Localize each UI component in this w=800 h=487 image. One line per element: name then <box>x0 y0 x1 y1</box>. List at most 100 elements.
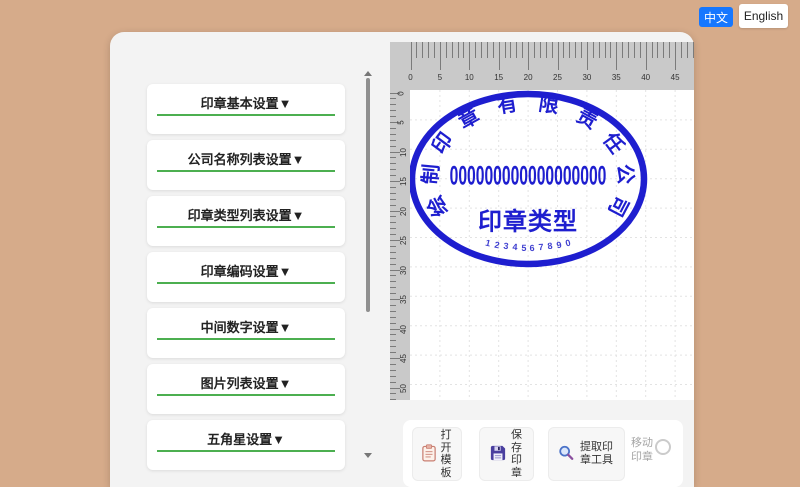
ruler-tick <box>486 42 488 58</box>
stamp-company-char: 有 <box>495 92 519 118</box>
open-template-icon <box>421 443 436 465</box>
ruler-tick <box>616 42 618 70</box>
accordion-underline <box>157 170 335 172</box>
accordion-underline <box>157 394 335 396</box>
ruler-tick <box>416 42 418 58</box>
stamp-bottom-digit: 6 <box>529 242 536 254</box>
ruler-tick <box>622 42 624 58</box>
stamp-canvas[interactable]: 绘制印章有限责任公司 000000000000000000 印章类型 1 2 3 4 5 6 7 8… <box>410 90 694 400</box>
ruler-tick <box>390 98 396 100</box>
ruler-tick <box>557 42 559 70</box>
accordion-image-list-settings[interactable]: 图片列表设置▼ <box>147 364 345 414</box>
ruler-label: 10 <box>464 73 474 82</box>
accordion-underline <box>157 450 335 452</box>
magnifier-icon <box>558 445 574 464</box>
ruler-tick <box>390 234 396 236</box>
ruler-label: 40 <box>398 324 408 334</box>
ruler-tick <box>581 42 583 58</box>
ruler-label: 35 <box>611 73 621 82</box>
open-template-button[interactable]: 打开模板 <box>412 427 462 481</box>
ruler-tick <box>390 310 396 312</box>
ruler-tick <box>390 399 396 400</box>
accordion-label: 中间数字设置▼ <box>200 320 292 335</box>
ruler-tick <box>680 42 682 58</box>
ruler-tick <box>675 42 677 70</box>
save-stamp-button[interactable]: 保存印章 <box>479 427 534 481</box>
language-chinese-button[interactable]: 中文 <box>699 7 733 27</box>
scrollbar-up-arrow-icon[interactable] <box>364 71 372 76</box>
ruler-tick <box>390 257 396 259</box>
ruler-label: 50 <box>398 383 408 393</box>
ruler-tick <box>390 145 396 147</box>
ruler-tick <box>610 42 612 58</box>
ruler-label: 10 <box>398 147 408 157</box>
stamp-bottom-digit: 4 <box>511 242 518 253</box>
ruler-tick <box>390 175 396 177</box>
ruler-label: 45 <box>398 354 408 363</box>
accordion-label: 五角星设置▼ <box>207 432 285 447</box>
ruler-tick <box>422 42 424 58</box>
accordion-label: 图片列表设置▼ <box>200 376 292 391</box>
accordion-stamp-basic-settings[interactable]: 印章基本设置▼ <box>147 84 345 134</box>
ruler-tick <box>390 228 396 230</box>
ruler-tick <box>390 316 396 318</box>
ruler-tick <box>575 42 577 58</box>
extract-stamp-tool-button[interactable]: 提取印章工具 <box>548 427 625 481</box>
ruler-label: 0 <box>396 90 406 96</box>
accordion-stamp-type-list-settings[interactable]: 印章类型列表设置▼ <box>147 196 345 246</box>
scrollbar-down-arrow-icon[interactable] <box>364 453 372 458</box>
ruler-tick <box>390 287 396 289</box>
ruler-tick <box>645 42 647 70</box>
ruler-tick <box>657 42 659 58</box>
stamp-company-char: 公 <box>612 163 637 186</box>
save-stamp-label: 保存印章 <box>511 429 522 479</box>
ruler-tick <box>434 42 436 58</box>
ruler-tick <box>516 42 518 58</box>
ruler-tick <box>545 42 547 58</box>
ruler-tick <box>390 334 396 336</box>
ruler-tick <box>390 369 396 371</box>
ruler-tick <box>539 42 541 58</box>
stamp-company-char: 制 <box>419 163 444 186</box>
ruler-tick <box>639 42 641 58</box>
move-stamp-label: 移动印章 <box>631 437 653 463</box>
ruler-tick <box>451 42 453 58</box>
accordion-underline <box>157 114 335 116</box>
ruler-label: 0 <box>408 73 413 82</box>
ruler-tick <box>481 42 483 58</box>
move-stamp-toggle[interactable] <box>655 439 671 455</box>
scrollbar-thumb[interactable] <box>366 78 370 312</box>
ruler-tick <box>390 222 396 224</box>
accordion-stamp-code-settings[interactable]: 印章编码设置▼ <box>147 252 345 302</box>
ruler-tick <box>428 42 430 58</box>
ruler-tick <box>669 42 671 58</box>
ruler-label: 35 <box>398 295 408 304</box>
ruler-tick <box>390 204 396 206</box>
accordion-label: 公司名称列表设置▼ <box>187 152 305 167</box>
accordion-underline <box>157 226 335 228</box>
ruler-label: 20 <box>523 73 533 82</box>
horizontal-ruler: 0 5 10 15 20 25 30 35 40 45 <box>390 42 694 90</box>
ruler-label: 45 <box>670 73 680 82</box>
accordion-company-name-list-settings[interactable]: 公司名称列表设置▼ <box>147 140 345 190</box>
ruler-label: 40 <box>641 73 651 82</box>
ruler-tick <box>390 104 396 106</box>
ruler-tick <box>390 110 396 112</box>
accordion-underline <box>157 338 335 340</box>
ruler-tick <box>445 42 447 58</box>
accordion-middle-number-settings[interactable]: 中间数字设置▼ <box>147 308 345 358</box>
app-root: 中文 English 印章基本设置▼ 公司名称列表设置▼ 印章类型列表设置▼ 印章编码… <box>0 0 800 487</box>
ruler-label: 25 <box>553 73 562 82</box>
ruler-tick <box>390 127 396 129</box>
ruler-label: 30 <box>582 73 592 82</box>
ruler-tick <box>528 42 530 70</box>
ruler-tick <box>628 42 630 58</box>
language-english-button[interactable]: English <box>739 4 788 28</box>
ruler-tick <box>390 293 396 295</box>
ruler-tick <box>563 42 565 58</box>
accordion-star-settings[interactable]: 五角星设置▼ <box>147 420 345 470</box>
stamp-bottom-digit: 5 <box>520 242 527 254</box>
ruler-tick <box>592 42 594 58</box>
ruler-tick <box>390 157 396 159</box>
ruler-tick <box>475 42 477 58</box>
